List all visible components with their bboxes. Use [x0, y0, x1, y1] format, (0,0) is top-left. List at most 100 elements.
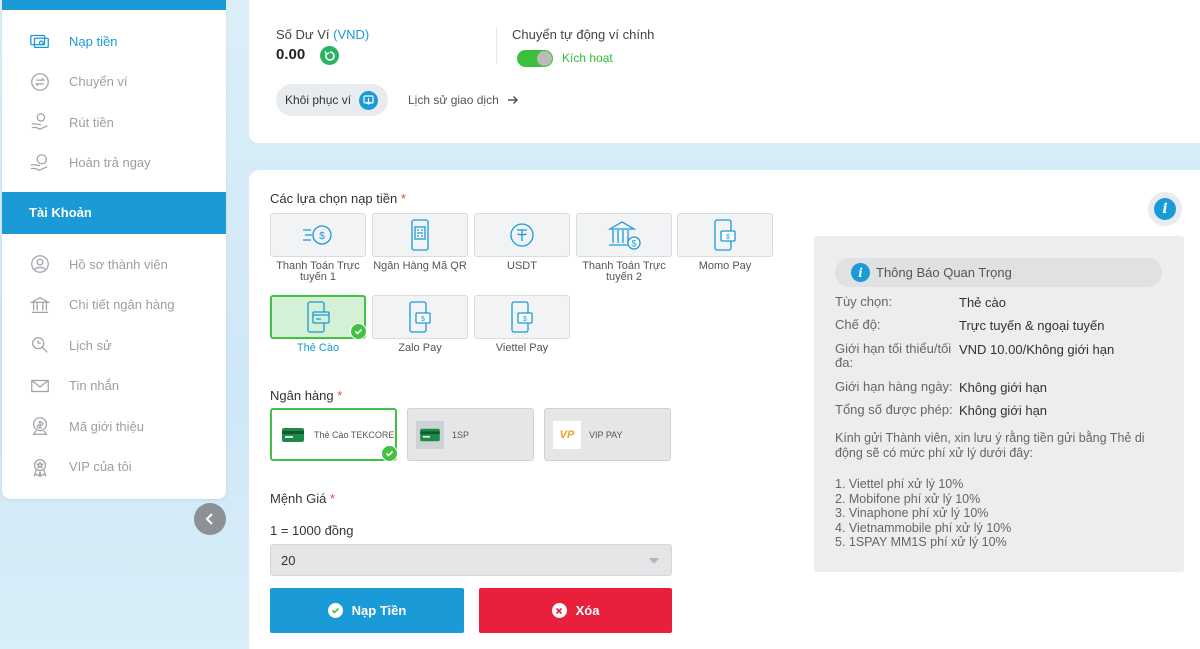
- fee-item: 5. 1SPAY MM1S phí xử lý 10%: [835, 535, 1007, 549]
- notice-row-key: Tổng số được phép:: [835, 402, 953, 417]
- method-box: [372, 213, 468, 257]
- sidebar-item-label: Hoàn trả ngay: [69, 155, 151, 171]
- sidebar-item-label: Hồ sơ thành viên: [69, 256, 168, 272]
- svg-text:$: $: [421, 316, 425, 323]
- sidebar-item-profile[interactable]: Hồ sơ thành viên: [2, 244, 226, 285]
- vip-pay-logo-text: VP: [559, 428, 575, 441]
- qr-bank-icon: [411, 219, 429, 251]
- method-box: $: [372, 295, 468, 339]
- bank-option-tekcore[interactable]: Thẻ Cào TEKCORE: [270, 408, 398, 462]
- method-zalo-pay[interactable]: $ Zalo Pay: [372, 295, 468, 354]
- bank-option-label: VIP PAY: [589, 429, 623, 440]
- bank-label: Ngân hàng *: [270, 388, 342, 403]
- notice-row-value: VND 10.00/Không giới hạn: [959, 342, 1115, 357]
- denomination-selected-value: 20: [281, 552, 296, 568]
- sidebar-item-label: Nạp tiền: [69, 33, 118, 49]
- check-circle-icon: [327, 603, 343, 618]
- required-mark: *: [330, 491, 336, 506]
- bank-option-1sp[interactable]: 1SP: [407, 408, 534, 461]
- sidebar-item-history[interactable]: Lịch sử: [2, 325, 226, 366]
- method-qr-bank[interactable]: Ngân Hàng Mã QR: [372, 213, 468, 272]
- method-box: $: [270, 213, 366, 257]
- fee-item: 1. Viettel phí xử lý 10%: [835, 477, 964, 491]
- notice-message: Kính gửi Thành viên, xin lưu ý rằng tiền…: [835, 431, 1145, 460]
- balance-value: 0.00: [276, 46, 306, 63]
- method-box: $: [576, 213, 672, 257]
- restore-wallet-button[interactable]: Khôi phục ví: [276, 84, 388, 116]
- info-icon: i: [1154, 198, 1176, 220]
- sidebar-item-label: Chuyển ví: [69, 74, 128, 90]
- balance-currency: (VND): [333, 27, 370, 42]
- denomination-select[interactable]: 20: [270, 544, 672, 576]
- sidebar-item-bank-details[interactable]: Chi tiết ngân hàng: [2, 285, 226, 326]
- bank-option-label: 1SP: [452, 429, 470, 440]
- deposit-methods-label: Các lựa chọn nạp tiền *: [270, 191, 406, 206]
- required-mark: *: [337, 388, 343, 403]
- notice-row-key: Giới hạn hàng ngày:: [835, 379, 953, 394]
- divider: [496, 28, 497, 64]
- phone-wallet-icon: $: [511, 301, 533, 333]
- fee-item: 2. Mobifone phí xử lý 10%: [835, 491, 981, 506]
- sidebar-item-vip[interactable]: VIP của tôi: [2, 447, 226, 488]
- clear-button[interactable]: Xóa: [479, 588, 672, 633]
- info-button[interactable]: i: [1148, 192, 1182, 226]
- method-scratch-card[interactable]: Thẻ Cào: [270, 295, 367, 354]
- auto-transfer-label: Chuyển tự động ví chính: [512, 27, 655, 42]
- card-icon: [416, 420, 444, 449]
- online-payment-icon: $: [303, 225, 332, 245]
- vip-pay-logo: VP: [553, 420, 581, 449]
- sidebar-section-account: Tài Khoản: [2, 192, 226, 234]
- method-momo-pay[interactable]: $ Momo Pay: [677, 213, 773, 272]
- transfer-icon: [28, 70, 52, 94]
- method-usdt[interactable]: USDT: [474, 213, 570, 272]
- notice-row-value: Thẻ cào: [959, 295, 1006, 310]
- sidebar-item-transfer[interactable]: Chuyển ví: [2, 62, 226, 103]
- svg-text:$: $: [631, 239, 636, 249]
- clear-label: Xóa: [575, 603, 600, 618]
- usdt-icon: [510, 223, 534, 247]
- method-label: Zalo Pay: [398, 342, 442, 354]
- method-viettel-pay[interactable]: $ Viettel Pay: [474, 295, 570, 354]
- chevron-left-icon: [205, 513, 213, 525]
- sidebar-item-withdraw[interactable]: Rút tiền: [2, 102, 226, 143]
- fee-item: 4. Vietnammobile phí xử lý 10%: [835, 520, 1012, 535]
- method-online-payment-2[interactable]: $ Thanh Toán Trực tuyến 2: [576, 213, 672, 283]
- deposit-card: Các lựa chọn nạp tiền * $ Thanh Toán Trự…: [249, 170, 1200, 649]
- history-icon: [28, 333, 52, 357]
- sidebar-item-label: Chi tiết ngân hàng: [69, 297, 175, 313]
- sidebar-item-referral[interactable]: Mã giới thiệu: [2, 406, 226, 447]
- method-box: [270, 295, 367, 340]
- sidebar-collapse-button[interactable]: [194, 503, 226, 535]
- method-label: Momo Pay: [698, 260, 752, 272]
- phone-wallet-icon: $: [409, 301, 431, 333]
- bank-option-vip-pay[interactable]: VP VIP PAY: [544, 408, 671, 461]
- svg-text:$: $: [319, 231, 325, 242]
- close-circle-icon: [551, 603, 567, 618]
- info-icon: i: [851, 263, 870, 282]
- method-label: USDT: [507, 260, 537, 272]
- notice-title: Thông Báo Quan Trọng: [876, 265, 1012, 280]
- bank-option-label: Thẻ Cào TEKCORE: [314, 429, 395, 440]
- auto-transfer-toggle[interactable]: [517, 50, 553, 67]
- submit-deposit-label: Nạp Tiền: [351, 603, 407, 618]
- submit-deposit-button[interactable]: Nạp Tiền: [270, 588, 464, 633]
- method-box: $: [474, 295, 570, 339]
- method-label: Thanh Toán Trực tuyến 2: [582, 260, 666, 283]
- refresh-icon: [323, 50, 335, 61]
- sidebar-item-deposit[interactable]: Nạp tiền: [2, 21, 226, 62]
- denomination-label-text: Mệnh Giá: [270, 491, 327, 506]
- method-online-payment-1[interactable]: $ Thanh Toán Trực tuyến 1: [270, 213, 366, 283]
- bank-label-text: Ngân hàng: [270, 388, 334, 403]
- refresh-balance-button[interactable]: [320, 46, 339, 65]
- sidebar-item-label: Rút tiền: [69, 114, 114, 130]
- sidebar-item-label: Tin nhắn: [69, 378, 120, 394]
- svg-text:$: $: [726, 234, 730, 241]
- sidebar-item-messages[interactable]: Tin nhắn: [2, 366, 226, 407]
- wallet-card: Số Dư Ví (VND) 0.00 Chuyển tự động ví ch…: [249, 0, 1200, 143]
- withdraw-icon: [28, 110, 52, 134]
- selected-check-icon: [381, 445, 398, 462]
- sidebar-item-rebate[interactable]: Hoàn trả ngay: [2, 143, 226, 184]
- transaction-history-link[interactable]: Lịch sử giao dịch: [408, 93, 519, 107]
- sidebar-item-label: Lịch sử: [69, 337, 112, 353]
- transaction-history-label: Lịch sử giao dịch: [408, 93, 499, 107]
